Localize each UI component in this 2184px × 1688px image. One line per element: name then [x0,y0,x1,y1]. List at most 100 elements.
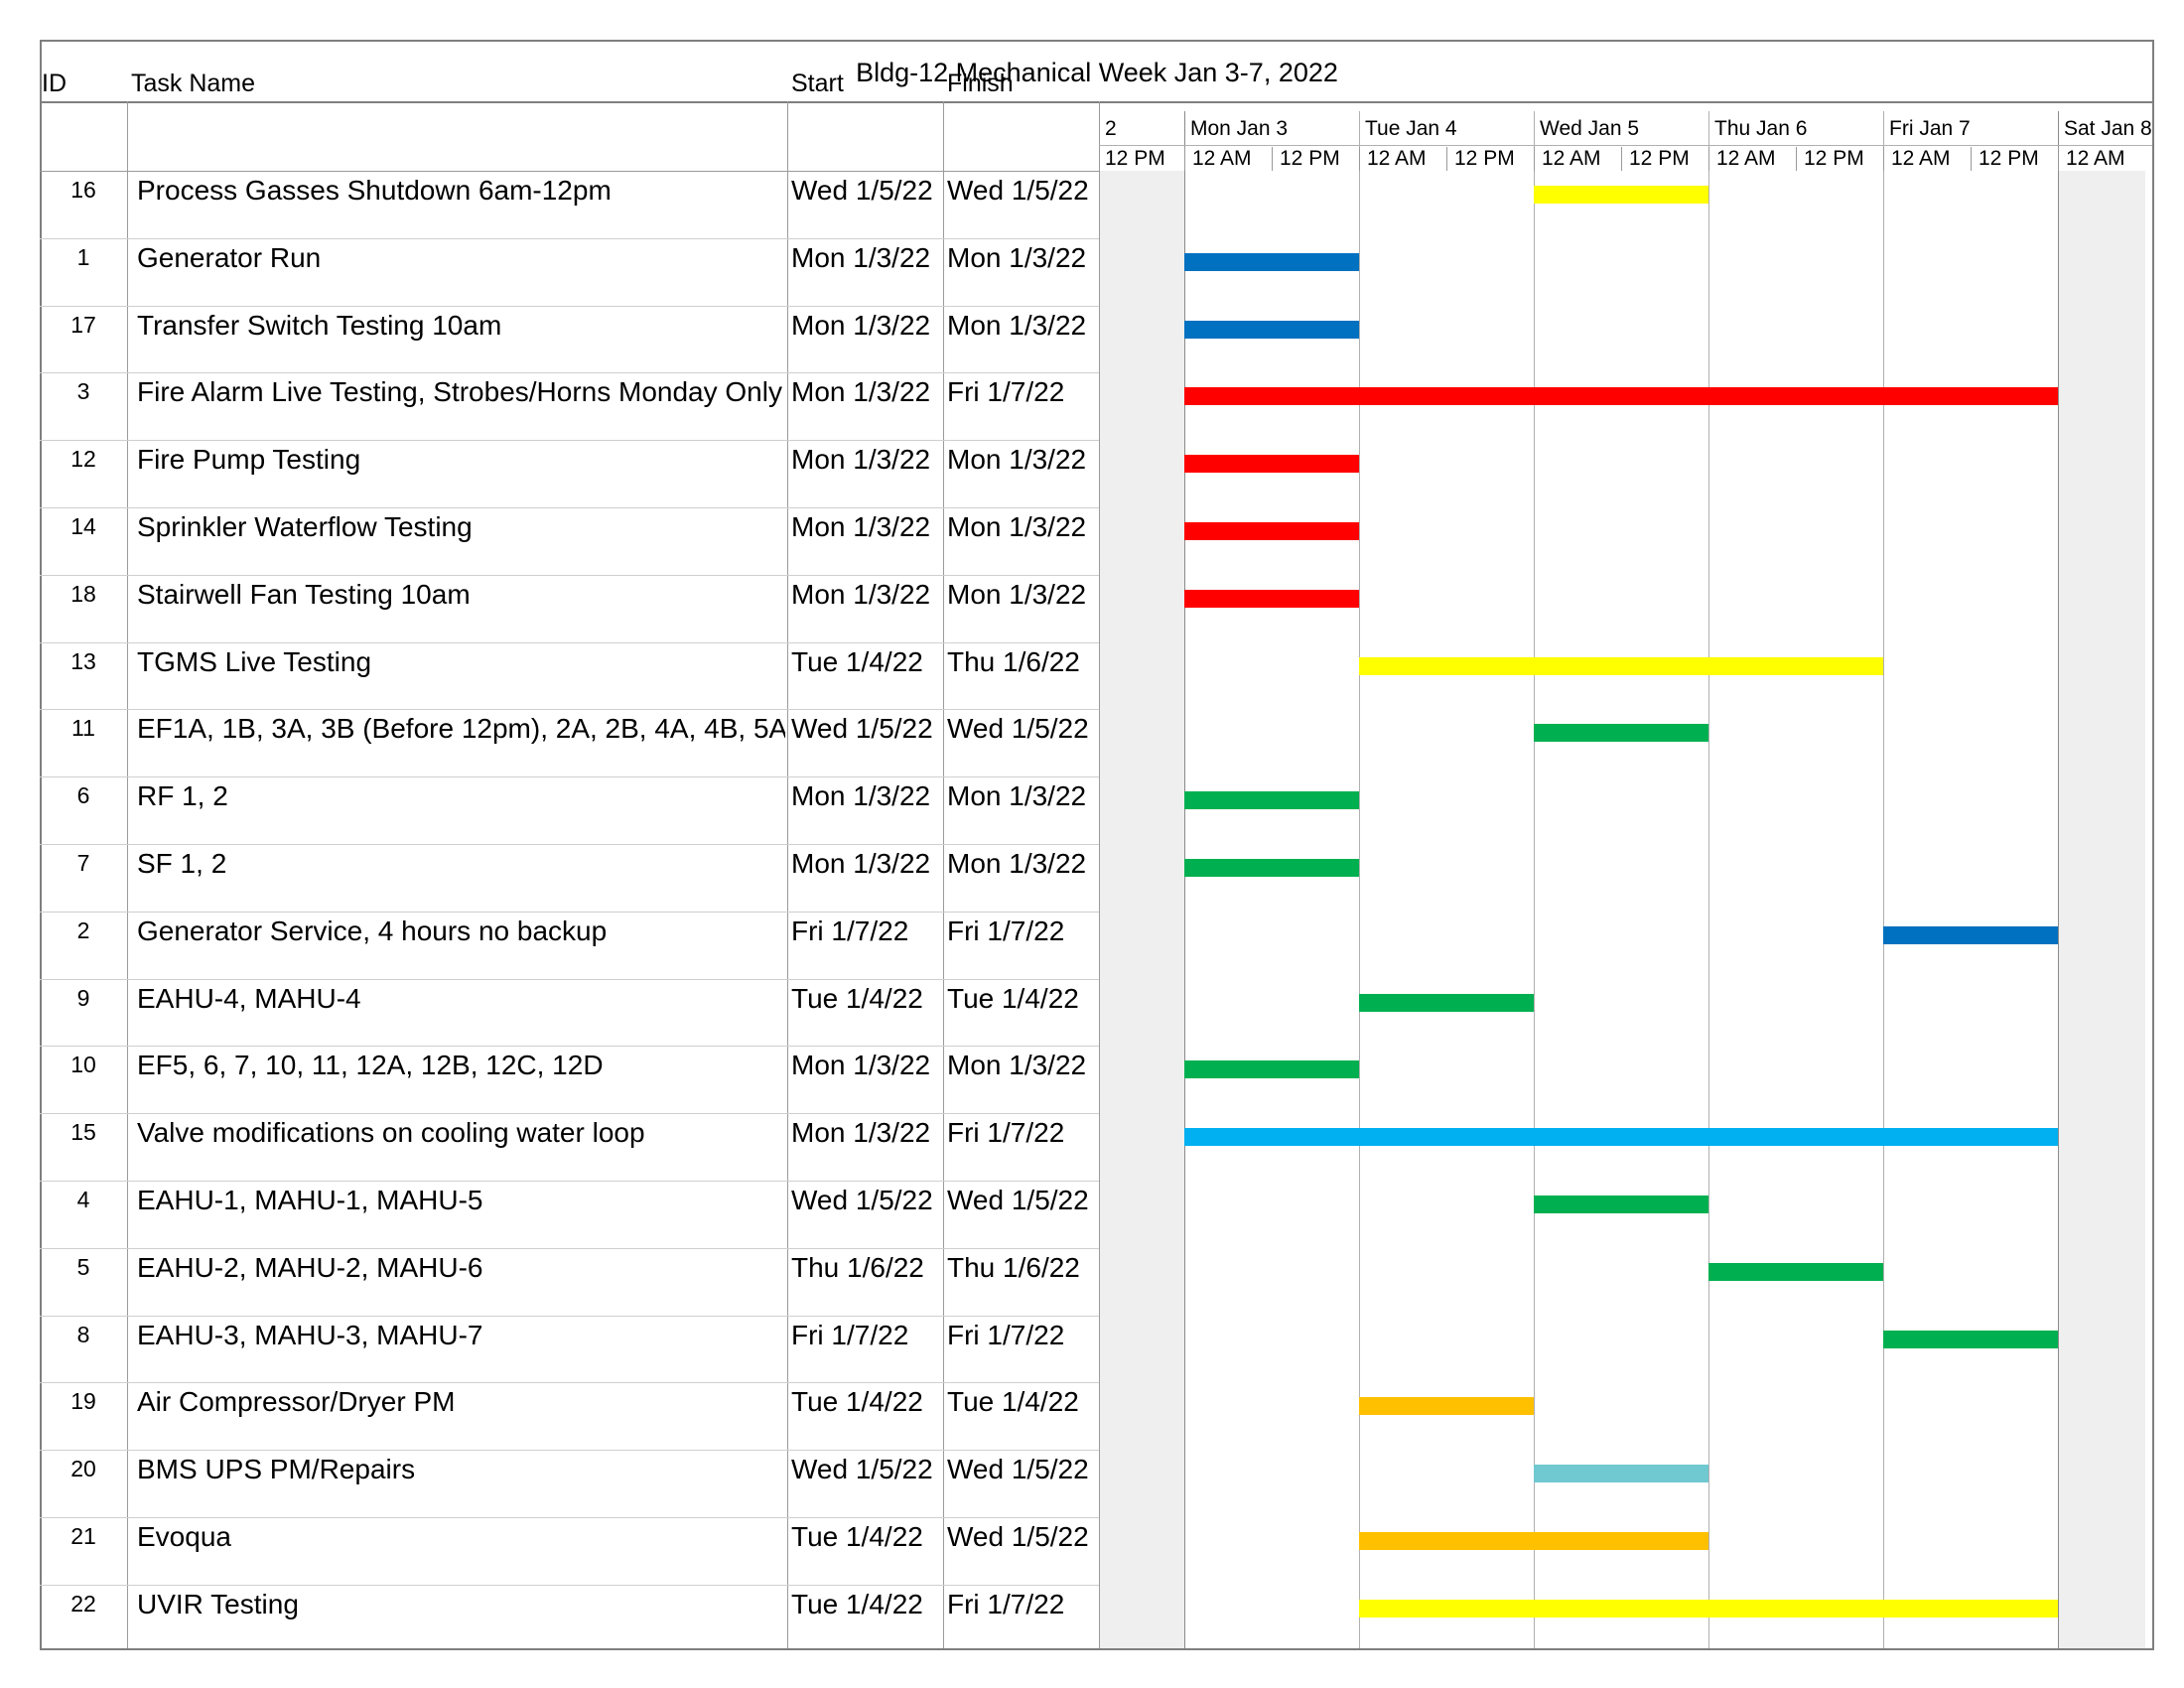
task-finish: Mon 1/3/22 [947,241,1087,273]
row-divider [40,1585,1099,1586]
day-divider [1883,111,1884,1648]
task-start: Mon 1/3/22 [791,511,931,542]
timescale-minor-label: 12 PM [1804,147,1864,170]
timescale-major-label: Thu Jan 6 [1714,117,1808,140]
task-name: EAHU-1, MAHU-1, MAHU-5 [137,1185,483,1215]
task-name: Generator Run [137,241,322,273]
gantt-bar [1883,1330,2058,1348]
gantt-bar [1359,1599,2058,1618]
timescale-tick [1883,147,1884,171]
row-divider [40,1113,1099,1114]
task-id: 10 [70,1052,96,1078]
task-name: Evoqua [137,1521,231,1552]
gantt-bar [1883,925,2058,944]
task-name: RF 1, 2 [137,780,228,812]
timescale-minor-label: 12 AM [1367,147,1427,170]
task-name: Generator Service, 4 hours no backup [137,914,608,946]
column-divider [1099,101,1100,1648]
timescale-minor-label: 12 PM [1979,147,2039,170]
timescale-tick [1621,147,1622,171]
timescale-tick [1446,147,1447,171]
column-header-id: ID [42,70,67,97]
task-start: Fri 1/7/22 [791,914,909,946]
gantt-bar [1184,1128,2058,1147]
task-finish: Thu 1/6/22 [947,1251,1080,1283]
task-start: Mon 1/3/22 [791,1117,931,1149]
row-divider [40,912,1099,913]
task-id: 20 [70,1456,96,1482]
row-divider [40,844,1099,845]
nonworking-shading [1100,171,1184,1648]
row-divider [40,507,1099,508]
task-id: 1 [76,243,90,270]
task-finish: Wed 1/5/22 [947,1454,1089,1485]
task-start: Wed 1/5/22 [791,713,933,745]
task-id: 14 [70,513,96,539]
row-divider [40,1248,1099,1249]
task-finish: Fri 1/7/22 [947,376,1065,408]
timescale-major-label: Fri Jan 7 [1889,117,1971,140]
row-divider [40,1517,1099,1518]
task-id: 21 [70,1523,96,1549]
task-start: Tue 1/4/22 [791,1386,923,1418]
task-id: 8 [76,1321,90,1347]
column-header-finish: Finish [947,70,1014,97]
task-start: Mon 1/3/22 [791,376,931,408]
task-name: Process Gasses Shutdown 6am-12pm [137,175,612,206]
timescale-minor-label: 12 AM [1542,147,1601,170]
task-name: Air Compressor/Dryer PM [137,1386,456,1418]
task-start: Mon 1/3/22 [791,848,931,879]
timescale-minor-label: 12 PM [1105,147,1165,170]
task-start: Wed 1/5/22 [791,175,933,206]
timescale-minor-label: 12 AM [1891,147,1951,170]
row-divider [40,1450,1099,1451]
task-id: 15 [70,1119,96,1146]
task-start: Mon 1/3/22 [791,578,931,610]
task-start: Tue 1/4/22 [791,982,923,1014]
timescale-tick [1272,147,1273,171]
timescale-tick [1796,147,1797,171]
day-divider [1534,111,1535,1648]
gantt-bar [1359,656,1883,675]
gantt-bar [1184,589,1359,608]
gantt-bar [1359,1532,1708,1550]
task-name: Fire Pump Testing [137,444,361,476]
header-divider [40,171,1099,172]
task-finish: Fri 1/7/22 [947,1117,1065,1149]
gantt-bar [1534,186,1708,204]
day-divider [1359,111,1360,1648]
task-name: Sprinkler Waterflow Testing [137,511,473,542]
gantt-bar [1184,1060,1359,1079]
row-divider [40,709,1099,710]
row-divider [40,1181,1099,1182]
task-id: 3 [76,378,90,405]
gantt-bar [1534,1465,1708,1483]
gantt-bar [1708,1262,1883,1281]
task-finish: Wed 1/5/22 [947,175,1089,206]
task-id: 7 [76,850,90,876]
task-name: EAHU-4, MAHU-4 [137,982,361,1014]
timescale-tick [1708,147,1709,171]
task-id: 6 [76,782,90,809]
task-name: EF5, 6, 7, 10, 11, 12A, 12B, 12C, 12D [137,1050,604,1081]
task-id: 5 [76,1253,90,1280]
task-start: Mon 1/3/22 [791,780,931,812]
task-start: Wed 1/5/22 [791,1185,933,1215]
gantt-bar [1359,1397,1534,1416]
timescale-major-label: Mon Jan 3 [1190,117,1289,140]
gantt-bar [1184,455,1359,474]
task-finish: Mon 1/3/22 [947,780,1087,812]
row-divider [40,1382,1099,1383]
task-name: UVIR Testing [137,1588,299,1619]
task-finish: Mon 1/3/22 [947,444,1087,476]
task-id: 22 [70,1590,96,1617]
gantt-bar [1534,1196,1708,1213]
task-id: 2 [76,916,90,943]
task-name: EF1A, 1B, 3A, 3B (Before 12pm), 2A, 2B, … [137,713,785,745]
task-finish: Mon 1/3/22 [947,578,1087,610]
row-divider [40,575,1099,576]
timescale-major-label: Sat Jan 8 [2064,117,2152,140]
column-header-start: Start [791,70,844,97]
timescale-tick [1184,147,1185,171]
task-name: TGMS Live Testing [137,645,372,677]
